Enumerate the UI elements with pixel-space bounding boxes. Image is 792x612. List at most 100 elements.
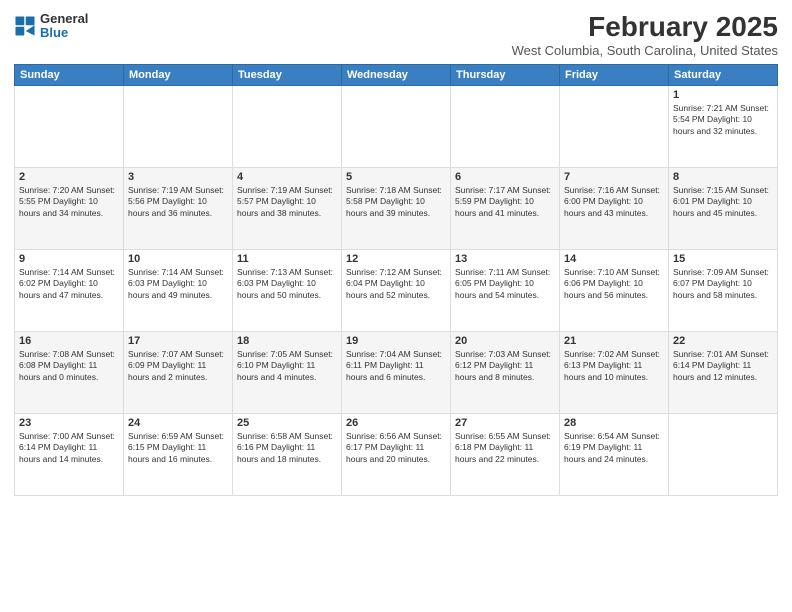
day-number: 25	[237, 417, 337, 429]
day-number: 23	[19, 417, 119, 429]
page: General Blue February 2025 West Columbia…	[0, 0, 792, 612]
day-number: 13	[455, 253, 555, 265]
day-number: 8	[673, 171, 773, 183]
day-number: 27	[455, 417, 555, 429]
calendar-cell	[451, 85, 560, 167]
day-info: Sunrise: 7:21 AM Sunset: 5:54 PM Dayligh…	[673, 103, 773, 137]
calendar-cell: 7 Sunrise: 7:16 AM Sunset: 6:00 PM Daylig…	[560, 167, 669, 249]
week-row-1: 2 Sunrise: 7:20 AM Sunset: 5:55 PM Daylig…	[15, 167, 778, 249]
day-info: Sunrise: 7:09 AM Sunset: 6:07 PM Dayligh…	[673, 267, 773, 301]
day-info: Sunrise: 7:18 AM Sunset: 5:58 PM Dayligh…	[346, 185, 446, 219]
day-info: Sunrise: 6:58 AM Sunset: 6:16 PM Dayligh…	[237, 431, 337, 465]
day-info: Sunrise: 6:59 AM Sunset: 6:15 PM Dayligh…	[128, 431, 228, 465]
calendar-cell: 4 Sunrise: 7:19 AM Sunset: 5:57 PM Daylig…	[233, 167, 342, 249]
day-number: 6	[455, 171, 555, 183]
calendar-cell: 22 Sunrise: 7:01 AM Sunset: 6:14 PM Dayli…	[669, 331, 778, 413]
day-number: 3	[128, 171, 228, 183]
day-header-tuesday: Tuesday	[233, 64, 342, 85]
day-number: 22	[673, 335, 773, 347]
general-blue-logo-icon	[14, 15, 36, 37]
calendar-cell	[233, 85, 342, 167]
day-info: Sunrise: 7:00 AM Sunset: 6:14 PM Dayligh…	[19, 431, 119, 465]
week-row-2: 9 Sunrise: 7:14 AM Sunset: 6:02 PM Daylig…	[15, 249, 778, 331]
logo-general-text: General	[40, 12, 88, 26]
day-number: 17	[128, 335, 228, 347]
location: West Columbia, South Carolina, United St…	[512, 43, 778, 58]
calendar-cell: 26 Sunrise: 6:56 AM Sunset: 6:17 PM Dayli…	[342, 413, 451, 495]
day-header-monday: Monday	[124, 64, 233, 85]
day-info: Sunrise: 7:19 AM Sunset: 5:56 PM Dayligh…	[128, 185, 228, 219]
day-info: Sunrise: 7:14 AM Sunset: 6:02 PM Dayligh…	[19, 267, 119, 301]
calendar-cell: 12 Sunrise: 7:12 AM Sunset: 6:04 PM Dayli…	[342, 249, 451, 331]
day-number: 20	[455, 335, 555, 347]
calendar-cell: 15 Sunrise: 7:09 AM Sunset: 6:07 PM Dayli…	[669, 249, 778, 331]
week-row-3: 16Sunrise: 7:08 AM Sunset: 6:08 PM Dayli…	[15, 331, 778, 413]
day-number: 10	[128, 253, 228, 265]
day-number: 19	[346, 335, 446, 347]
calendar-cell: 3 Sunrise: 7:19 AM Sunset: 5:56 PM Daylig…	[124, 167, 233, 249]
day-info: Sunrise: 7:16 AM Sunset: 6:00 PM Dayligh…	[564, 185, 664, 219]
day-info: Sunrise: 7:11 AM Sunset: 6:05 PM Dayligh…	[455, 267, 555, 301]
calendar-cell: 5 Sunrise: 7:18 AM Sunset: 5:58 PM Daylig…	[342, 167, 451, 249]
calendar-cell: 28Sunrise: 6:54 AM Sunset: 6:19 PM Dayli…	[560, 413, 669, 495]
day-info: Sunrise: 6:54 AM Sunset: 6:19 PM Dayligh…	[564, 431, 664, 465]
day-info: Sunrise: 6:55 AM Sunset: 6:18 PM Dayligh…	[455, 431, 555, 465]
day-header-saturday: Saturday	[669, 64, 778, 85]
day-number: 4	[237, 171, 337, 183]
calendar-cell: 2 Sunrise: 7:20 AM Sunset: 5:55 PM Daylig…	[15, 167, 124, 249]
day-info: Sunrise: 7:07 AM Sunset: 6:09 PM Dayligh…	[128, 349, 228, 383]
calendar-cell: 16Sunrise: 7:08 AM Sunset: 6:08 PM Dayli…	[15, 331, 124, 413]
calendar-cell: 11Sunrise: 7:13 AM Sunset: 6:03 PM Dayli…	[233, 249, 342, 331]
day-info: Sunrise: 7:03 AM Sunset: 6:12 PM Dayligh…	[455, 349, 555, 383]
week-row-4: 23 Sunrise: 7:00 AM Sunset: 6:14 PM Dayli…	[15, 413, 778, 495]
day-info: Sunrise: 7:19 AM Sunset: 5:57 PM Dayligh…	[237, 185, 337, 219]
day-number: 15	[673, 253, 773, 265]
calendar-cell: 25 Sunrise: 6:58 AM Sunset: 6:16 PM Dayli…	[233, 413, 342, 495]
day-number: 16	[19, 335, 119, 347]
day-header-sunday: Sunday	[15, 64, 124, 85]
calendar-cell	[560, 85, 669, 167]
calendar-cell: 17 Sunrise: 7:07 AM Sunset: 6:09 PM Dayli…	[124, 331, 233, 413]
day-header-friday: Friday	[560, 64, 669, 85]
calendar-cell	[124, 85, 233, 167]
header: General Blue February 2025 West Columbia…	[14, 12, 778, 58]
calendar-cell	[342, 85, 451, 167]
day-number: 7	[564, 171, 664, 183]
day-info: Sunrise: 7:20 AM Sunset: 5:55 PM Dayligh…	[19, 185, 119, 219]
day-info: Sunrise: 7:14 AM Sunset: 6:03 PM Dayligh…	[128, 267, 228, 301]
day-info: Sunrise: 7:15 AM Sunset: 6:01 PM Dayligh…	[673, 185, 773, 219]
month-title: February 2025	[512, 12, 778, 43]
day-number: 12	[346, 253, 446, 265]
day-info: Sunrise: 6:56 AM Sunset: 6:17 PM Dayligh…	[346, 431, 446, 465]
calendar-cell: 18 Sunrise: 7:05 AM Sunset: 6:10 PM Dayli…	[233, 331, 342, 413]
calendar-cell: 27 Sunrise: 6:55 AM Sunset: 6:18 PM Dayli…	[451, 413, 560, 495]
calendar-cell: 9 Sunrise: 7:14 AM Sunset: 6:02 PM Daylig…	[15, 249, 124, 331]
day-number: 5	[346, 171, 446, 183]
day-number: 14	[564, 253, 664, 265]
day-info: Sunrise: 7:12 AM Sunset: 6:04 PM Dayligh…	[346, 267, 446, 301]
day-number: 26	[346, 417, 446, 429]
day-number: 21	[564, 335, 664, 347]
day-number: 18	[237, 335, 337, 347]
calendar-cell: 20 Sunrise: 7:03 AM Sunset: 6:12 PM Dayli…	[451, 331, 560, 413]
calendar-cell: 10 Sunrise: 7:14 AM Sunset: 6:03 PM Dayli…	[124, 249, 233, 331]
calendar-cell: 23 Sunrise: 7:00 AM Sunset: 6:14 PM Dayli…	[15, 413, 124, 495]
calendar-table: SundayMondayTuesdayWednesdayThursdayFrid…	[14, 64, 778, 496]
day-number: 1	[673, 89, 773, 101]
calendar-cell: 21 Sunrise: 7:02 AM Sunset: 6:13 PM Dayli…	[560, 331, 669, 413]
title-area: February 2025 West Columbia, South Carol…	[512, 12, 778, 58]
logo-blue-text: Blue	[40, 26, 88, 40]
calendar-cell: 14Sunrise: 7:10 AM Sunset: 6:06 PM Dayli…	[560, 249, 669, 331]
day-number: 9	[19, 253, 119, 265]
logo: General Blue	[14, 12, 88, 41]
day-info: Sunrise: 7:05 AM Sunset: 6:10 PM Dayligh…	[237, 349, 337, 383]
day-number: 24	[128, 417, 228, 429]
day-number: 2	[19, 171, 119, 183]
calendar-cell	[669, 413, 778, 495]
calendar-cell: 24 Sunrise: 6:59 AM Sunset: 6:15 PM Dayli…	[124, 413, 233, 495]
day-info: Sunrise: 7:17 AM Sunset: 5:59 PM Dayligh…	[455, 185, 555, 219]
calendar-cell	[15, 85, 124, 167]
day-info: Sunrise: 7:01 AM Sunset: 6:14 PM Dayligh…	[673, 349, 773, 383]
calendar-header-row: SundayMondayTuesdayWednesdayThursdayFrid…	[15, 64, 778, 85]
day-info: Sunrise: 7:02 AM Sunset: 6:13 PM Dayligh…	[564, 349, 664, 383]
